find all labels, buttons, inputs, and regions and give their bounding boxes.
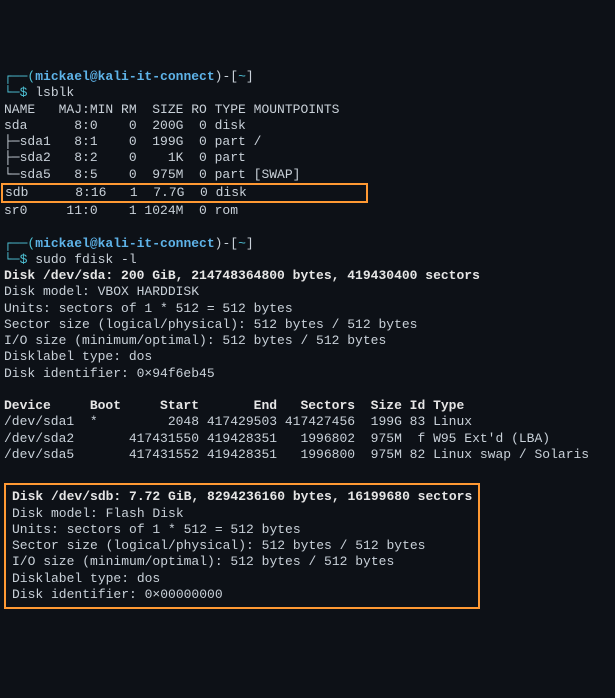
fdisk-info: Units: sectors of 1 * 512 = 512 bytes [4,301,293,316]
fdisk-info: Sector size (logical/physical): 512 byte… [12,538,425,553]
fdisk-info: Sector size (logical/physical): 512 byte… [4,317,417,332]
partition-row: /dev/sda5 417431552 419428351 1996800 97… [4,447,589,462]
lsblk-row: sr0 11:0 1 1024M 0 rom [4,203,238,218]
prompt-sep: ] [246,69,254,84]
user-host: mickael@kali-it-connect [35,236,214,251]
fdisk-info: Disklabel type: dos [12,571,425,586]
fdisk-info: Disk identifier: 0×00000000 [12,587,425,602]
fdisk-info: Disk model: VBOX HARDDISK [4,284,199,299]
lsblk-row-highlighted-sdb: sdb 8:16 1 7.7G 0 disk [1,183,368,203]
lsblk-row: ├─sda1 8:1 0 199G 0 part / [4,134,261,149]
disk-sdb-header: Disk /dev/sdb: 7.72 GiB, 8294236160 byte… [12,489,472,504]
command-fdisk[interactable]: sudo fdisk -l [27,252,136,267]
user-host: mickael@kali-it-connect [35,69,214,84]
partition-header: Device Boot Start End Sectors Size Id Ty… [4,398,464,413]
terminal-output: ┌──(mickael@kali-it-connect)-[~] └─$ lsb… [4,69,611,613]
fdisk-info: Units: sectors of 1 * 512 = 512 bytes [12,522,425,537]
command-lsblk[interactable]: lsblk [27,85,74,100]
lsblk-header: NAME MAJ:MIN RM SIZE RO TYPE MOUNTPOINTS [4,102,339,117]
lsblk-row: ├─sda2 8:2 0 1K 0 part [4,150,246,165]
partition-row: /dev/sda2 417431550 419428351 1996802 97… [4,431,550,446]
disk-sda-header: Disk /dev/sda: 200 GiB, 214748364800 byt… [4,268,480,283]
prompt-sep: )-[ [215,69,238,84]
prompt-sep: )-[ [215,236,238,251]
lsblk-row: sda 8:0 0 200G 0 disk [4,118,246,133]
fdisk-info: I/O size (minimum/optimal): 512 bytes / … [12,554,425,569]
disk-sdb-highlighted-block: Disk /dev/sdb: 7.72 GiB, 8294236160 byte… [4,483,480,609]
fdisk-info: Disk identifier: 0×94f6eb45 [4,366,215,381]
prompt-path: ~ [238,236,246,251]
partition-row: /dev/sda1 * 2048 417429503 417427456 199… [4,414,472,429]
lsblk-row: └─sda5 8:5 0 975M 0 part [SWAP] [4,167,300,182]
prompt-path: ~ [238,69,246,84]
prompt-line2: └─ [4,252,20,267]
fdisk-info: I/O size (minimum/optimal): 512 bytes / … [4,333,386,348]
prompt-line2: └─ [4,85,20,100]
prompt-bracket: ┌──( [4,236,35,251]
prompt-sep: ] [246,236,254,251]
fdisk-info: Disk model: Flash Disk [12,506,425,521]
fdisk-info: Disklabel type: dos [4,349,152,364]
prompt-bracket: ┌──( [4,69,35,84]
